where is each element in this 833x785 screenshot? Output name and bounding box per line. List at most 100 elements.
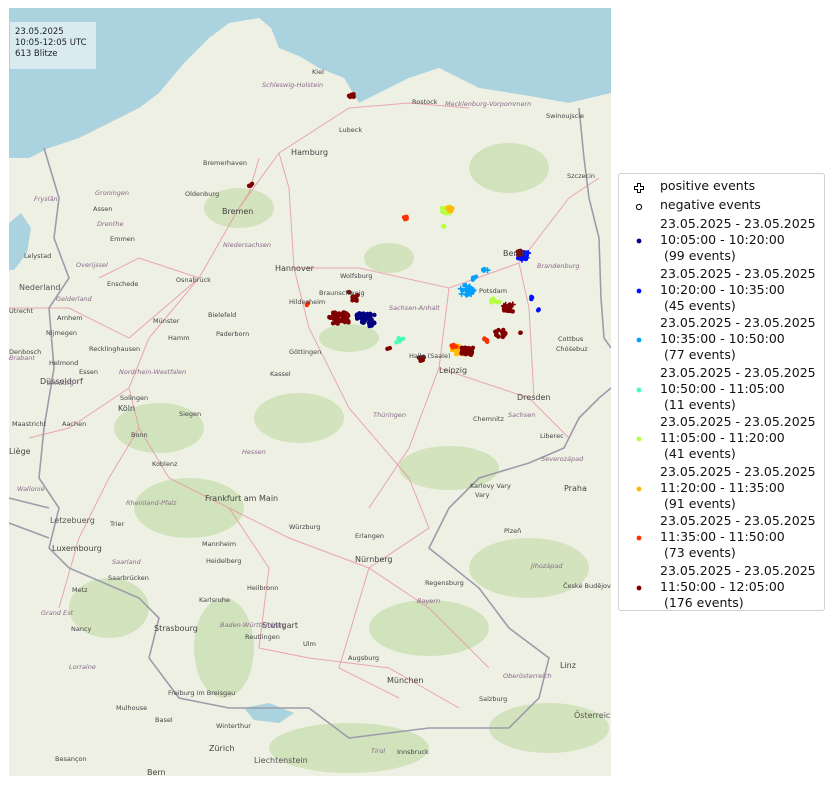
city-label: Heilbronn bbox=[247, 584, 279, 592]
negative-event-marker bbox=[372, 312, 377, 318]
city-label: Basel bbox=[155, 716, 173, 724]
city-label: Nijmegen bbox=[46, 329, 78, 337]
negative-event-marker bbox=[518, 330, 523, 335]
city-label: Assen bbox=[93, 205, 113, 213]
city-label: Chemnitz bbox=[473, 415, 504, 423]
legend-label: 23.05.2025 - 23.05.2025 10:05:00 - 10:20… bbox=[660, 216, 816, 263]
negative-event-marker bbox=[450, 206, 455, 211]
region-label: Brandenburg bbox=[537, 262, 580, 270]
negative-event-marker bbox=[459, 345, 464, 351]
negative-event-marker bbox=[401, 336, 406, 341]
lightning-map[interactable]: 23.05.2025 10:05-12:05 UTC 613 Blitze Ki… bbox=[9, 8, 611, 776]
city-label: Augsburg bbox=[348, 654, 380, 662]
country-label: Österreich bbox=[574, 711, 611, 720]
info-box: 23.05.2025 10:05-12:05 UTC 613 Blitze bbox=[10, 22, 96, 69]
negative-event-marker bbox=[249, 181, 255, 187]
region-label: Fryslân bbox=[34, 195, 58, 203]
city-label: Zürich bbox=[209, 744, 235, 753]
region-label: Jihozápad bbox=[531, 562, 563, 570]
city-label: Würzburg bbox=[289, 523, 321, 531]
dot-icon bbox=[634, 234, 644, 244]
city-label: Enschede bbox=[107, 280, 139, 288]
city-label: Freiburg im Breisgau bbox=[168, 689, 236, 697]
negative-event-marker bbox=[354, 297, 359, 302]
region-label: Lorraine bbox=[69, 663, 96, 671]
negative-event-marker bbox=[493, 299, 498, 304]
negative-event-marker bbox=[440, 209, 445, 214]
negative-event-marker bbox=[351, 93, 356, 98]
dot-icon bbox=[634, 531, 644, 541]
city-label: Bielefeld bbox=[208, 311, 237, 319]
negative-event-marker bbox=[365, 311, 370, 317]
negative-event-marker bbox=[535, 308, 541, 313]
city-label: Linz bbox=[560, 661, 576, 670]
city-label: Salzburg bbox=[479, 695, 508, 703]
region-label: Limburg bbox=[47, 379, 74, 387]
city-label: Karlsruhe bbox=[199, 596, 230, 604]
city-label: Bremen bbox=[222, 207, 254, 216]
region-label: Severozápad bbox=[541, 455, 584, 463]
city-label: Emmen bbox=[110, 235, 135, 243]
negative-event-marker bbox=[340, 318, 345, 324]
negative-event-marker bbox=[489, 298, 494, 303]
negative-event-marker bbox=[451, 342, 456, 348]
legend-label: positive events bbox=[660, 178, 756, 193]
legend-label: 23.05.2025 - 23.05.2025 11:20:00 - 11:35… bbox=[660, 463, 816, 511]
city-label: Nürnberg bbox=[355, 555, 393, 564]
region-label: Rheinland-Pfalz bbox=[126, 499, 177, 507]
city-label: Aachen bbox=[62, 420, 87, 428]
region-label: Hessen bbox=[242, 448, 266, 456]
region-label: Nordrhein-Westfalen bbox=[119, 368, 187, 376]
negative-event-marker bbox=[334, 312, 339, 317]
city-label: Reutlingen bbox=[245, 633, 280, 641]
city-label: Bern bbox=[147, 768, 166, 776]
city-label: Hannover bbox=[275, 264, 314, 273]
city-label: Solingen bbox=[120, 394, 149, 402]
negative-event-marker bbox=[460, 288, 466, 293]
city-label: Winterthur bbox=[216, 722, 251, 730]
legend-label: 23.05.2025 - 23.05.2025 11:35:00 - 11:50… bbox=[660, 513, 816, 560]
city-label: Dresden bbox=[517, 393, 551, 402]
city-label: Ulm bbox=[303, 640, 316, 648]
region-label: Drenthe bbox=[97, 220, 124, 228]
city-label: Heidelberg bbox=[206, 557, 242, 565]
city-label: Mannheim bbox=[202, 540, 237, 548]
city-label: Erlangen bbox=[355, 532, 384, 540]
country-label: Nederland bbox=[19, 283, 61, 292]
region-label: Groningen bbox=[95, 189, 129, 197]
negative-event-marker bbox=[482, 337, 487, 342]
city-label: Rostock bbox=[412, 98, 438, 106]
negative-event-marker bbox=[343, 314, 348, 319]
city-label: Bremerhaven bbox=[203, 159, 247, 167]
city-label: Mulhouse bbox=[116, 704, 148, 712]
city-label: Kiel bbox=[312, 68, 324, 76]
negative-event-marker bbox=[463, 351, 468, 357]
negative-event-marker bbox=[328, 315, 333, 320]
dot-icon bbox=[634, 383, 644, 393]
region-label: Tirol bbox=[371, 747, 386, 755]
legend: positive events negative events 23.05.20… bbox=[618, 173, 825, 611]
region-label: Mecklenburg-Vorpommern bbox=[445, 100, 532, 108]
dot-icon bbox=[634, 284, 644, 294]
negative-event-marker bbox=[346, 320, 351, 325]
city-label: Maastricht bbox=[12, 420, 47, 428]
city-label: Nancy bbox=[71, 625, 92, 633]
negative-event-marker bbox=[470, 275, 476, 280]
region-label: Saarland bbox=[112, 558, 141, 566]
negative-event-marker bbox=[401, 215, 407, 220]
city-label: Lelystad bbox=[24, 252, 52, 260]
city-label: Siegen bbox=[179, 410, 202, 418]
city-label: Wolfsburg bbox=[340, 272, 373, 280]
negative-event-marker bbox=[366, 320, 372, 325]
city-label: Vary bbox=[475, 491, 490, 499]
city-label: Arnhem bbox=[57, 314, 83, 322]
city-label: Essen bbox=[79, 368, 98, 376]
city-label: Halle (Saale) bbox=[409, 352, 451, 360]
city-label: Göttingen bbox=[289, 348, 322, 356]
city-label: Luxembourg bbox=[52, 544, 102, 553]
city-label: České Budějovice bbox=[563, 582, 611, 590]
city-label: Potsdam bbox=[479, 287, 508, 295]
city-label: Utrecht bbox=[9, 307, 34, 315]
negative-event-marker bbox=[354, 316, 360, 321]
negative-event-marker bbox=[466, 345, 471, 351]
